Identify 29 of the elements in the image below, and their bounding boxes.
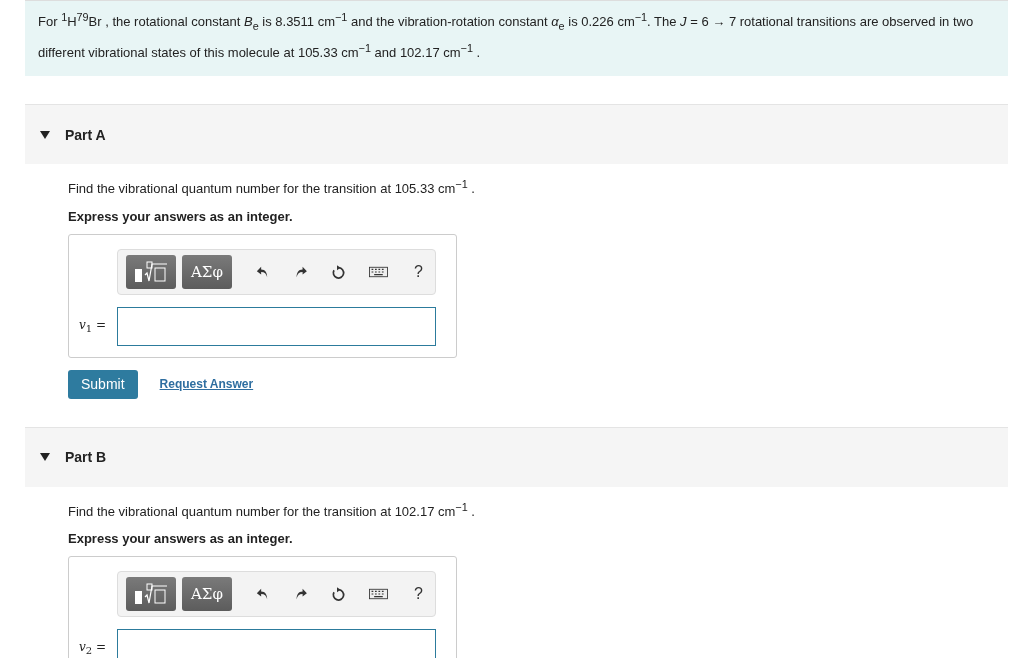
part-title: Part B — [65, 449, 107, 466]
templates-icon — [133, 582, 169, 605]
help-button[interactable]: ? — [410, 584, 427, 603]
instruction-text: Express your answers as an integer. — [68, 530, 293, 546]
answer-field[interactable] — [116, 306, 436, 346]
part-header[interactable]: Part B — [25, 426, 1008, 487]
variable-label: v$_{2}$ = — [79, 640, 108, 657]
expand-triangle-icon[interactable] — [40, 453, 50, 462]
question-text: Find the vibrational quantum number for the transition at 105.33 cm$^{−1}$ . — [68, 178, 475, 197]
variable-label: v$_{1}$ = — [79, 317, 108, 335]
keyboard-icon[interactable] — [369, 265, 389, 278]
keyboard-icon[interactable] — [369, 587, 389, 600]
reset-icon[interactable] — [331, 263, 346, 280]
templates-icon — [133, 260, 169, 283]
symbols-button[interactable]: ΑΣφ — [182, 576, 232, 611]
templates-button[interactable] — [126, 254, 176, 289]
part-title: Part A — [65, 126, 106, 143]
request-answer-link[interactable]: Request Answer — [159, 377, 254, 392]
question-text: Find the vibrational quantum number for the transition at 102.17 cm$^{−1}$ . — [68, 500, 475, 519]
reset-icon[interactable] — [331, 585, 346, 602]
answer-field[interactable] — [116, 628, 436, 658]
instruction-text: Express your answers as an integer. — [68, 208, 293, 224]
expand-triangle-icon[interactable] — [40, 130, 50, 139]
help-button[interactable]: ? — [410, 262, 427, 281]
symbols-button[interactable]: ΑΣφ — [182, 254, 232, 289]
part-header[interactable]: Part A — [25, 104, 1008, 165]
templates-button[interactable] — [126, 576, 176, 611]
problem-statement: For $^{1}$H$^{79}$Br , the rotational constant B$_{e}$ is 8.3511 cm$^{−1}$ and the vibration-rotation constant α$_{e}$ is 0.226 cm$^{−1}$. The J = 6 → 7 rotational transitions are observed in two different vibrational states of this molecule at 105.33 cm$^{−1}$ and 102.17 cm$^{−1}$ . — [38, 10, 975, 63]
submit-button[interactable]: Submit — [68, 369, 138, 399]
